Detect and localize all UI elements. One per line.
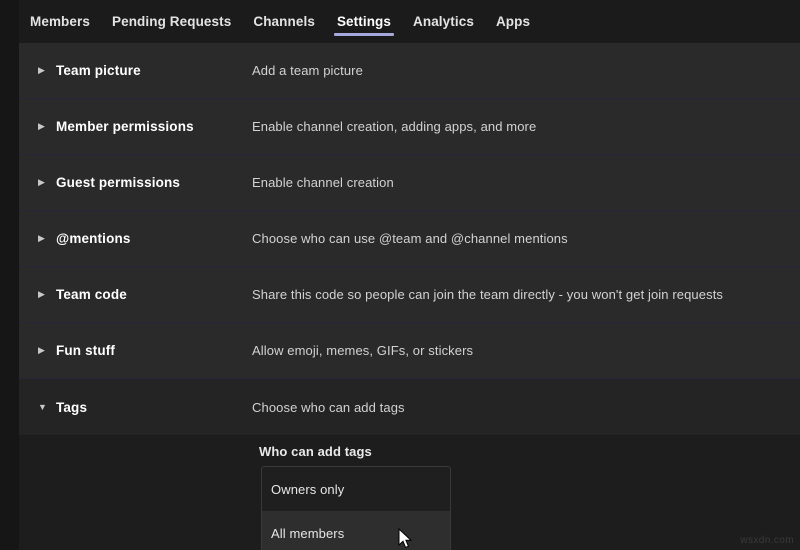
team-tabs-bar: Members Pending Requests Channels Settin…: [0, 0, 800, 43]
tab-settings[interactable]: Settings: [326, 0, 402, 43]
tab-label: Pending Requests: [111, 14, 232, 29]
tab-label: Apps: [495, 14, 531, 29]
settings-rows-list: ▶ Team picture Add a team picture ▶ Memb…: [19, 43, 800, 435]
dropdown-option-label: All members: [271, 525, 345, 541]
left-gutter: [0, 0, 19, 550]
settings-row-description: Allow emoji, memes, GIFs, or stickers: [252, 343, 474, 358]
settings-row-title: @mentions: [56, 231, 131, 246]
settings-row-description: Choose who can use @team and @channel me…: [252, 231, 568, 246]
settings-row-description: Enable channel creation: [252, 175, 394, 190]
who-can-add-tags-dropdown[interactable]: Owners only All members: [261, 466, 451, 550]
dropdown-option-owners-only[interactable]: Owners only: [262, 467, 450, 511]
settings-row-title: Team picture: [56, 63, 141, 78]
dropdown-option-all-members[interactable]: All members: [262, 511, 450, 550]
tab-pending-requests[interactable]: Pending Requests: [101, 0, 242, 43]
dropdown-option-label: Owners only: [271, 481, 345, 497]
settings-row-guest-permissions[interactable]: ▶ Guest permissions Enable channel creat…: [19, 155, 800, 211]
settings-row-tags[interactable]: ▼ Tags Choose who can add tags: [19, 379, 800, 435]
tab-label: Analytics: [413, 14, 474, 29]
settings-row-fun-stuff[interactable]: ▶ Fun stuff Allow emoji, memes, GIFs, or…: [19, 323, 800, 379]
tab-members[interactable]: Members: [19, 0, 101, 43]
settings-row-title: Tags: [56, 399, 88, 415]
settings-row-title: Fun stuff: [56, 343, 116, 358]
settings-row-description: Enable channel creation, adding apps, an…: [252, 119, 537, 134]
settings-row-member-permissions[interactable]: ▶ Member permissions Enable channel crea…: [19, 99, 800, 155]
teams-team-settings-window: Members Pending Requests Channels Settin…: [0, 0, 800, 550]
settings-row-team-picture[interactable]: ▶ Team picture Add a team picture: [19, 43, 800, 99]
tab-apps[interactable]: Apps: [485, 0, 541, 43]
tab-channels[interactable]: Channels: [242, 0, 326, 43]
settings-row-team-code[interactable]: ▶ Team code Share this code so people ca…: [19, 267, 800, 323]
settings-row-description: Add a team picture: [252, 63, 363, 78]
tags-expanded-panel: Who can add tags Owners only All members: [19, 436, 800, 550]
settings-row-title: Member permissions: [56, 119, 194, 134]
settings-row-description: Choose who can add tags: [252, 399, 405, 415]
settings-row-title: Team code: [56, 287, 127, 302]
settings-row-title: Guest permissions: [56, 175, 181, 190]
tab-label: Members: [30, 14, 90, 29]
settings-row-description: Share this code so people can join the t…: [252, 287, 724, 302]
tab-analytics[interactable]: Analytics: [402, 0, 485, 43]
tab-label: Channels: [253, 14, 315, 29]
settings-row-mentions[interactable]: ▶ @mentions Choose who can use @team and…: [19, 211, 800, 267]
watermark: wsxdn.com: [740, 535, 794, 546]
who-can-add-tags-label: Who can add tags: [259, 444, 372, 459]
tab-label: Settings: [336, 14, 391, 29]
